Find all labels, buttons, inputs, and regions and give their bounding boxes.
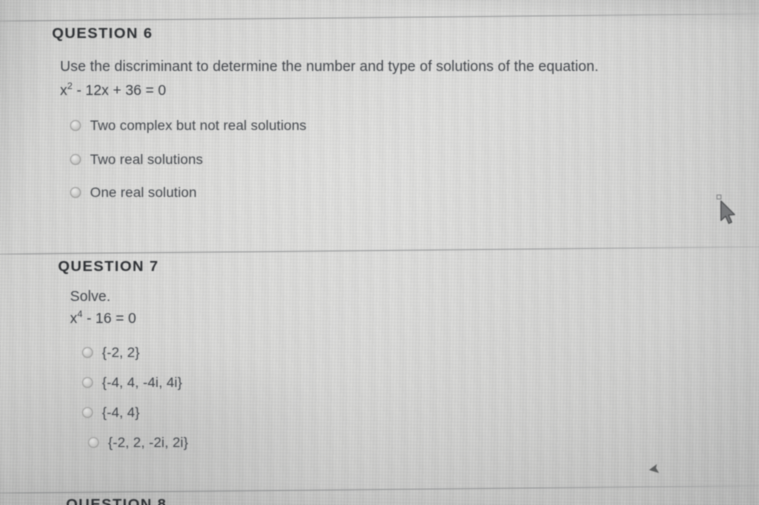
- question-7-option-2[interactable]: {-4, 4}: [82, 404, 140, 420]
- quiz-content: QUESTION 6 Use the discriminant to deter…: [0, 0, 759, 505]
- question-6-heading: QUESTION 6: [52, 25, 153, 42]
- divider-between-questions: [0, 246, 759, 255]
- radio-button-icon[interactable]: [70, 186, 81, 198]
- question-7-option-3[interactable]: {-2, 2, -2i, 2i}: [88, 434, 188, 450]
- next-question-heading-clipped: QUESTION 8: [66, 496, 167, 505]
- question-6-option-2-label: One real solution: [90, 184, 197, 200]
- divider-above-question-6: [0, 13, 759, 22]
- question-6-option-1-label: Two real solutions: [90, 151, 203, 167]
- question-6-option-2[interactable]: One real solution: [70, 184, 197, 200]
- quiz-screenshot: QUESTION 6 Use the discriminant to deter…: [0, 0, 759, 505]
- question-7-option-3-label: {-2, 2, -2i, 2i}: [108, 434, 189, 450]
- question-7-option-1[interactable]: {-4, 4, -4i, 4i}: [82, 374, 182, 390]
- question-7-heading: QUESTION 7: [58, 258, 159, 275]
- question-6-option-1[interactable]: Two real solutions: [70, 151, 203, 167]
- question-7-option-0-label: {-2, 2}: [102, 344, 140, 360]
- screen-artifact-mark: [648, 462, 662, 474]
- question-7-prompt: Solve.: [70, 289, 111, 305]
- question-7-equation-rest: - 16 = 0: [82, 311, 137, 327]
- question-7-option-1-label: {-4, 4, -4i, 4i}: [102, 374, 183, 390]
- question-6-option-0-label: Two complex but not real solutions: [90, 117, 307, 133]
- question-6-equation-rest: - 12x + 36 = 0: [72, 83, 167, 99]
- radio-button-icon[interactable]: [82, 376, 93, 388]
- mouse-cursor-arrow-pointer-icon: [716, 194, 740, 226]
- question-7-option-2-label: {-4, 4}: [102, 404, 140, 420]
- radio-button-icon[interactable]: [70, 153, 81, 165]
- radio-button-icon[interactable]: [88, 436, 99, 448]
- question-6-prompt: Use the discriminant to determine the nu…: [60, 59, 599, 75]
- radio-button-icon[interactable]: [82, 406, 93, 418]
- radio-button-icon[interactable]: [70, 119, 81, 131]
- question-7-equation: x4 - 16 = 0: [70, 310, 137, 327]
- question-7-option-0[interactable]: {-2, 2}: [82, 344, 140, 360]
- question-6-equation: x2 - 12x + 36 = 0: [60, 82, 167, 99]
- question-6-option-0[interactable]: Two complex but not real solutions: [70, 117, 306, 133]
- divider-below-question-7: [0, 485, 759, 494]
- radio-button-icon[interactable]: [82, 346, 93, 358]
